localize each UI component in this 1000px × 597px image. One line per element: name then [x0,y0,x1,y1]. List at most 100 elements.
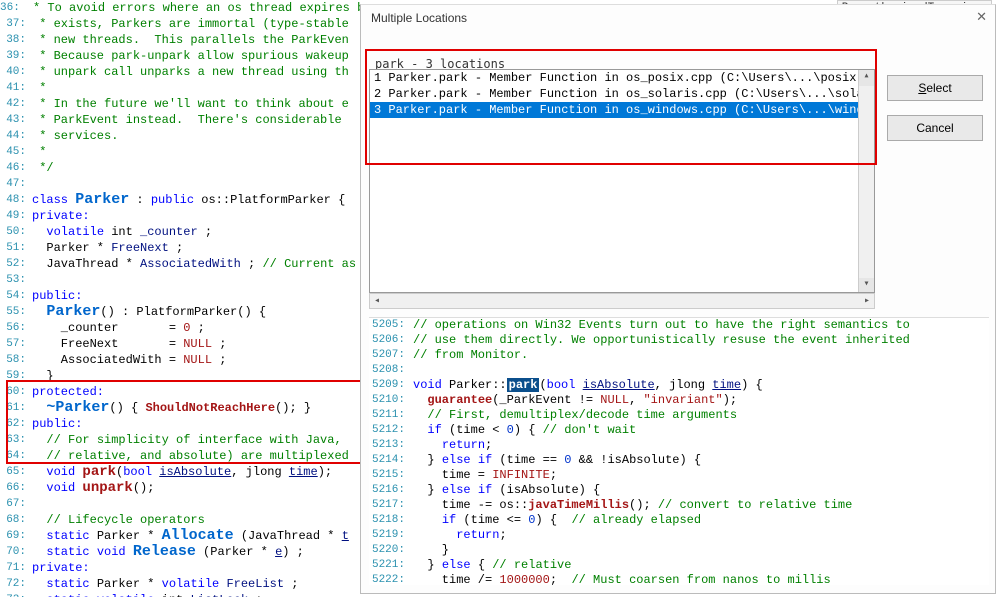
preview-line[interactable]: 5209:void Parker::park(bool isAbsolute, … [369,378,989,393]
line-content: time -= os::javaTimeMillis(); // convert… [413,498,989,513]
scroll-up-icon[interactable]: ▴ [859,70,874,86]
code-line[interactable]: 43: * ParkEvent instead. There's conside… [0,112,360,128]
code-line[interactable]: 68: // Lifecycle operators [0,512,360,528]
scroll-right-icon[interactable]: ▸ [860,295,874,307]
location-item[interactable]: 3 Parker.park - Member Function in os_wi… [370,102,874,118]
code-line[interactable]: 62:public: [0,416,360,432]
code-line[interactable]: 56: _counter = 0 ; [0,320,360,336]
preview-line[interactable]: 5220: } [369,543,989,558]
code-line[interactable]: 57: FreeNext = NULL ; [0,336,360,352]
code-line[interactable]: 61: ~Parker() { ShouldNotReachHere(); } [0,400,360,416]
line-content: * To avoid errors where an os thread exp… [26,0,360,16]
code-line[interactable]: 60:protected: [0,384,360,400]
code-line[interactable]: 42: * In the future we'll want to think … [0,96,360,112]
code-line[interactable]: 73: static volatile int ListLock ; [0,592,360,597]
code-line[interactable]: 66: void unpark(); [0,480,360,496]
line-content: // First, demultiplex/decode time argume… [413,408,989,423]
preview-line[interactable]: 5214: } else if (time == 0 && !isAbsolut… [369,453,989,468]
line-content: if (time <= 0) { // already elapsed [413,513,989,528]
line-number: 42: [0,96,32,112]
horizontal-scrollbar[interactable]: ◂ ▸ [369,293,875,309]
line-number: 50: [0,224,32,240]
line-number: 44: [0,128,32,144]
line-number: 66: [0,480,32,496]
code-line[interactable]: 50: volatile int _counter ; [0,224,360,240]
line-content: AssociatedWith = NULL ; [32,352,360,368]
line-number: 5207: [369,348,413,363]
code-line[interactable]: 65: void park(bool isAbsolute, jlong tim… [0,464,360,480]
line-content: class Parker : public os::PlatformParker… [32,192,360,208]
code-line[interactable]: 47: [0,176,360,192]
code-line[interactable]: 41: * [0,80,360,96]
preview-line[interactable]: 5221: } else { // relative [369,558,989,573]
line-content: * unpark call unparks a new thread using… [32,64,360,80]
code-line[interactable]: 59: } [0,368,360,384]
line-content: JavaThread * AssociatedWith ; // Current… [32,256,360,272]
code-line[interactable]: 44: * services. [0,128,360,144]
line-number: 49: [0,208,32,224]
code-line[interactable]: 58: AssociatedWith = NULL ; [0,352,360,368]
preview-line[interactable]: 5210: guarantee(_ParkEvent != NULL, "inv… [369,393,989,408]
preview-line[interactable]: 5212: if (time < 0) { // don't wait [369,423,989,438]
preview-line[interactable]: 5211: // First, demultiplex/decode time … [369,408,989,423]
code-line[interactable]: 40: * unpark call unparks a new thread u… [0,64,360,80]
line-number: 36: [0,0,26,16]
code-line[interactable]: 39: * Because park-unpark allow spurious… [0,48,360,64]
preview-line[interactable]: 5208: [369,363,989,378]
code-line[interactable]: 71:private: [0,560,360,576]
preview-line[interactable]: 5206:// use them directly. We opportunis… [369,333,989,348]
select-button[interactable]: Select [887,75,983,101]
code-line[interactable]: 36: * To avoid errors where an os thread… [0,0,360,16]
line-number: 5217: [369,498,413,513]
code-line[interactable]: 64: // relative, and absolute) are multi… [0,448,360,464]
line-number: 72: [0,576,32,592]
preview-line[interactable]: 5205:// operations on Win32 Events turn … [369,318,989,333]
line-content: // operations on Win32 Events turn out t… [413,318,989,333]
code-line[interactable]: 46: */ [0,160,360,176]
line-content: if (time < 0) { // don't wait [413,423,989,438]
code-line[interactable]: 38: * new threads. This parallels the Pa… [0,32,360,48]
code-line[interactable]: 37: * exists, Parkers are immortal (type… [0,16,360,32]
preview-line[interactable]: 5216: } else if (isAbsolute) { [369,483,989,498]
cancel-button[interactable]: Cancel [887,115,983,141]
code-line[interactable]: 53: [0,272,360,288]
close-icon[interactable]: ✕ [976,9,987,25]
preview-line[interactable]: 5215: time = INFINITE; [369,468,989,483]
code-line[interactable]: 54:public: [0,288,360,304]
scroll-left-icon[interactable]: ◂ [370,295,384,307]
line-content: } else if (isAbsolute) { [413,483,989,498]
scroll-down-icon[interactable]: ▾ [859,278,874,293]
code-line[interactable]: 69: static Parker * Allocate (JavaThread… [0,528,360,544]
preview-line[interactable]: 5213: return; [369,438,989,453]
locations-list[interactable]: 1 Parker.park - Member Function in os_po… [369,69,875,293]
code-line[interactable]: 51: Parker * FreeNext ; [0,240,360,256]
code-line[interactable]: 49:private: [0,208,360,224]
preview-line[interactable]: 5218: if (time <= 0) { // already elapse… [369,513,989,528]
line-number: 5212: [369,423,413,438]
line-number: 56: [0,320,32,336]
preview-line[interactable]: 5222: time /= 1000000; // Must coarsen f… [369,573,989,585]
line-number: 45: [0,144,32,160]
preview-line[interactable]: 5207:// from Monitor. [369,348,989,363]
code-line[interactable]: 52: JavaThread * AssociatedWith ; // Cur… [0,256,360,272]
code-preview-pane[interactable]: 5205:// operations on Win32 Events turn … [369,317,989,585]
line-number: 63: [0,432,32,448]
code-line[interactable]: 45: * [0,144,360,160]
code-line[interactable]: 72: static Parker * volatile FreeList ; [0,576,360,592]
vertical-scrollbar[interactable]: ▴ ▾ [858,70,874,293]
line-number: 52: [0,256,32,272]
preview-line[interactable]: 5217: time -= os::javaTimeMillis(); // c… [369,498,989,513]
location-item[interactable]: 1 Parker.park - Member Function in os_po… [370,70,874,86]
source-editor-left[interactable]: 36: * To avoid errors where an os thread… [0,0,360,597]
line-content: // use them directly. We opportunistical… [413,333,989,348]
code-line[interactable]: 67: [0,496,360,512]
line-number: 5216: [369,483,413,498]
code-line[interactable]: 48:class Parker : public os::PlatformPar… [0,192,360,208]
line-number: 38: [0,32,32,48]
code-line[interactable]: 70: static void Release (Parker * e) ; [0,544,360,560]
preview-line[interactable]: 5219: return; [369,528,989,543]
code-line[interactable]: 63: // For simplicity of interface with … [0,432,360,448]
line-content: time /= 1000000; // Must coarsen from na… [413,573,989,585]
location-item[interactable]: 2 Parker.park - Member Function in os_so… [370,86,874,102]
code-line[interactable]: 55: Parker() : PlatformParker() { [0,304,360,320]
